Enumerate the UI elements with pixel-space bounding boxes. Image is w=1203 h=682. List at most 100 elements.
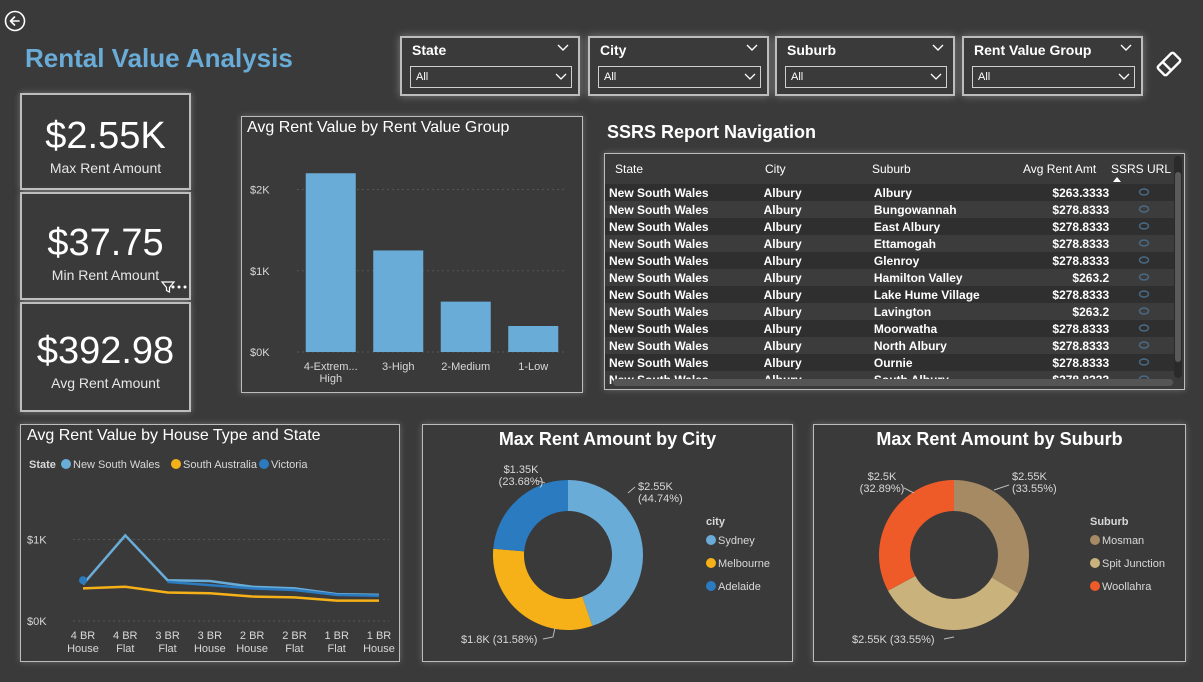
chevron-down-icon[interactable] xyxy=(745,40,759,54)
table-row[interactable]: New South Wales Albury North Albury $278.83… xyxy=(605,337,1175,354)
scrollbar-thumb[interactable] xyxy=(1175,172,1181,362)
back-arrow-icon xyxy=(4,10,26,32)
table-cell: New South Wales xyxy=(605,286,760,303)
rent-value-group-slicer[interactable]: Rent Value Group All xyxy=(962,36,1143,96)
link-icon[interactable] xyxy=(1113,218,1175,235)
legend-label: Melbourne xyxy=(718,558,770,570)
label-leader xyxy=(943,636,955,640)
link-icon[interactable] xyxy=(1113,252,1175,269)
column-header[interactable]: Avg Rent Amt xyxy=(1023,162,1096,176)
table-cell: Albury xyxy=(759,218,870,235)
bar xyxy=(373,250,424,352)
legend-label: Mosman xyxy=(1102,535,1144,547)
x-tick-label: High xyxy=(319,373,342,385)
clear-filters-button[interactable] xyxy=(1151,46,1187,82)
data-label: $2.55K (33.55%) xyxy=(852,634,935,646)
table-cell: $263.3333 xyxy=(1014,184,1114,201)
label-leader xyxy=(993,484,1010,491)
link-icon[interactable] xyxy=(1113,269,1175,286)
table-row[interactable]: New South Wales Albury Ettamogah $278.8333 xyxy=(605,235,1175,252)
more-options-icon[interactable] xyxy=(169,282,189,292)
table-cell: Albury xyxy=(759,252,870,269)
link-icon[interactable] xyxy=(1113,354,1175,371)
bar xyxy=(508,326,559,352)
dropdown-value: All xyxy=(416,71,429,83)
legend-title: State xyxy=(29,459,56,471)
table-row[interactable]: New South Wales Albury Bungowannah $278.833… xyxy=(605,201,1175,218)
legend-title: Suburb xyxy=(1090,516,1129,528)
back-button[interactable] xyxy=(4,10,26,32)
page-title: Rental Value Analysis xyxy=(25,43,293,73)
donut-slice xyxy=(493,548,593,630)
ssrs-table[interactable]: State City Suburb Avg Rent Amt SSRS URL … xyxy=(604,153,1185,390)
link-icon[interactable] xyxy=(1113,337,1175,354)
rent-value-group-dropdown[interactable]: All xyxy=(972,66,1135,88)
legend-marker xyxy=(61,459,71,469)
sort-ascending-icon xyxy=(1113,177,1121,182)
suburb-slicer[interactable]: Suburb All xyxy=(775,36,955,96)
chevron-down-icon[interactable] xyxy=(931,40,945,54)
x-tick-label: 1 BR xyxy=(324,630,349,642)
kpi-value: $392.98 xyxy=(36,330,175,372)
table-row[interactable]: New South Wales Albury Lavington $263.2 xyxy=(605,303,1175,320)
column-header[interactable]: State xyxy=(615,162,643,176)
column-header[interactable]: SSRS URL xyxy=(1111,162,1171,176)
link-icon[interactable] xyxy=(1113,303,1175,320)
table-cell: Albury xyxy=(759,269,870,286)
table-cell: Lake Hume Village xyxy=(869,286,1015,303)
state-dropdown[interactable]: All xyxy=(410,66,572,88)
table-cell: Ournie xyxy=(869,354,1015,371)
ssrs-title: SSRS Report Navigation xyxy=(607,122,817,142)
legend-marker xyxy=(706,581,716,591)
slicer-label: Suburb xyxy=(787,42,836,58)
data-point xyxy=(79,576,87,585)
horizontal-scrollbar[interactable] xyxy=(613,379,1173,386)
table-cell: New South Wales xyxy=(605,252,760,269)
table-cell: East Albury xyxy=(869,218,1015,235)
data-label: (23.68%) xyxy=(499,476,544,488)
table-cell: Bungowannah xyxy=(869,201,1015,218)
link-icon[interactable] xyxy=(1113,184,1175,201)
table-cell: Moorwatha xyxy=(869,320,1015,337)
table-cell: New South Wales xyxy=(605,184,760,201)
table-row[interactable]: New South Wales Albury Moorwatha $278.8333 xyxy=(605,320,1175,337)
suburb-donut-chart: $2.5K(32.89%) $2.55K(33.55%) $2.55K (33.55… xyxy=(852,471,1165,646)
x-tick-label: 4 BR xyxy=(71,630,96,642)
table-row[interactable]: New South Wales Albury Glenroy $278.8333 xyxy=(605,252,1175,269)
city-donut-chart: $1.35K(23.68%) $2.55K(44.74%) $1.8K (31.58… xyxy=(461,464,770,646)
x-tick-label: House xyxy=(194,643,226,655)
min-rent-card: $37.75 Min Rent Amount xyxy=(20,192,191,300)
legend-label: Adelaide xyxy=(718,581,761,593)
table-row[interactable]: New South Wales Albury Lake Hume Village $2… xyxy=(605,286,1175,303)
link-icon[interactable] xyxy=(1113,286,1175,303)
table-row[interactable]: New South Wales Albury East Albury $278.833… xyxy=(605,218,1175,235)
suburb-dropdown[interactable]: All xyxy=(785,66,947,88)
chevron-down-icon[interactable] xyxy=(556,40,570,54)
column-header[interactable]: City xyxy=(765,162,786,176)
chevron-down-icon[interactable] xyxy=(1119,40,1133,54)
table-body: New South Wales Albury Albury $263.3333 New … xyxy=(605,184,1175,384)
city-slicer[interactable]: City All xyxy=(588,36,769,96)
state-slicer[interactable]: State All xyxy=(400,36,580,96)
max-rent-card: $2.55K Max Rent Amount xyxy=(20,93,191,190)
link-icon[interactable] xyxy=(1113,235,1175,252)
table-cell: $278.8333 xyxy=(1014,218,1114,235)
legend-marker xyxy=(706,558,716,568)
legend-label: Victoria xyxy=(271,459,308,471)
city-dropdown[interactable]: All xyxy=(598,66,761,88)
x-tick-label: 3 BR xyxy=(198,630,223,642)
table-row[interactable]: New South Wales Albury Ournie $278.8333 xyxy=(605,354,1175,371)
column-header[interactable]: Suburb xyxy=(872,162,911,176)
x-tick-label: 4 BR xyxy=(113,630,138,642)
data-label: (32.89%) xyxy=(860,483,905,495)
link-icon[interactable] xyxy=(1113,201,1175,218)
table-row[interactable]: New South Wales Albury Hamilton Valley $263… xyxy=(605,269,1175,286)
y-tick-label: $0K xyxy=(250,347,270,359)
table-row[interactable]: New South Wales Albury Albury $263.3333 xyxy=(605,184,1175,201)
data-label: (44.74%) xyxy=(638,493,683,505)
link-icon[interactable] xyxy=(1113,320,1175,337)
slicer-label: State xyxy=(412,42,447,58)
chevron-down-icon xyxy=(744,73,756,80)
legend-label: South Australia xyxy=(183,459,258,471)
vertical-scrollbar[interactable] xyxy=(1174,156,1182,378)
